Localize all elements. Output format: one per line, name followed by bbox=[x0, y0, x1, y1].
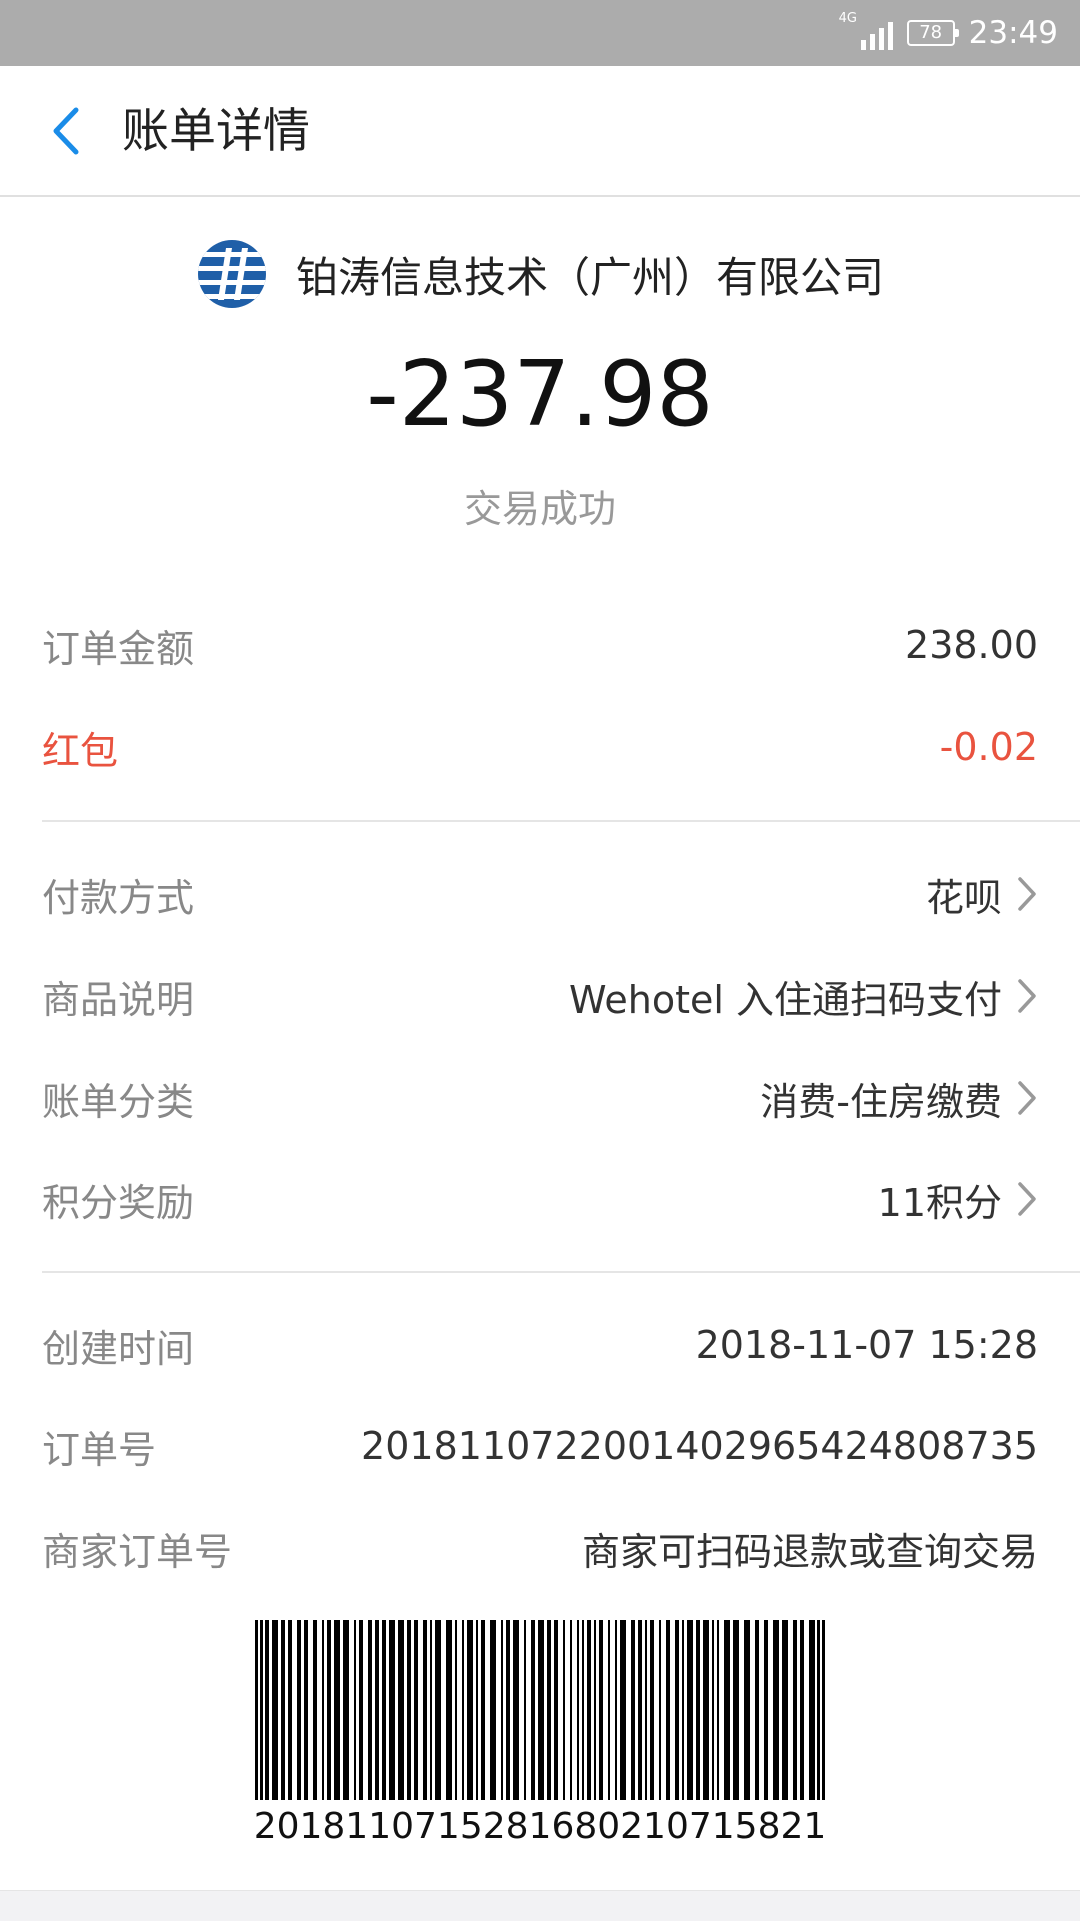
row-value: 11积分 bbox=[877, 1180, 1002, 1225]
created-time-row: 创建时间 2018-11-07 15:28 bbox=[42, 1310, 1038, 1380]
row-value: 商家可扫码退款或查询交易 bbox=[581, 1529, 1038, 1574]
row-value: Wehotel 入住通扫码支付 bbox=[569, 977, 1002, 1022]
payment-method-row[interactable]: 付款方式 花呗 bbox=[42, 859, 1038, 929]
chevron-right-icon bbox=[1018, 877, 1036, 911]
status-icons: 4G 78 23:49 bbox=[839, 0, 1058, 66]
signal-icon: 4G bbox=[839, 12, 893, 50]
row-label: 商品说明 bbox=[42, 977, 195, 1022]
barcode-image[interactable] bbox=[255, 1620, 825, 1800]
order-amount-row: 订单金额 238.00 bbox=[42, 610, 1038, 680]
battery-icon: 78 bbox=[906, 20, 959, 46]
chevron-right-icon bbox=[1018, 979, 1036, 1013]
row-value: -0.02 bbox=[939, 725, 1038, 769]
barcode-number: 2018110715281680210715821 bbox=[253, 1806, 827, 1847]
chevron-right-icon bbox=[1018, 1182, 1036, 1216]
back-button[interactable] bbox=[30, 96, 100, 166]
page-title: 账单详情 bbox=[122, 104, 310, 159]
row-value: 消费-住房缴费 bbox=[760, 1079, 1002, 1124]
network-type: 4G bbox=[838, 11, 858, 26]
chevron-left-icon bbox=[53, 107, 79, 155]
divider bbox=[42, 820, 1080, 822]
merchant-order-number-row: 商家订单号 商家可扫码退款或查询交易 bbox=[42, 1513, 1038, 1583]
bottom-strip bbox=[0, 1890, 1080, 1921]
transaction-amount: -237.98 bbox=[366, 342, 714, 447]
row-value-wrap: Wehotel 入住通扫码支付 bbox=[569, 969, 1038, 1024]
battery-level: 78 bbox=[919, 22, 943, 43]
row-label: 订单号 bbox=[42, 1427, 157, 1472]
row-label: 账单分类 bbox=[42, 1079, 195, 1124]
merchant-logo-icon bbox=[197, 240, 266, 308]
order-number-row: 订单号 20181107220014029654248087​35 bbox=[42, 1411, 1038, 1481]
divider bbox=[42, 1271, 1080, 1273]
status-bar: 4G 78 23:49 bbox=[0, 0, 1080, 66]
row-value: 20181107220014029654248087​35 bbox=[361, 1424, 1038, 1468]
red-packet-row: 红包 -0.02 bbox=[42, 712, 1038, 782]
row-label: 付款方式 bbox=[42, 875, 195, 920]
merchant-name: 铂涛信息技术（广州）有限公司 bbox=[295, 252, 884, 302]
row-label: 订单金额 bbox=[42, 626, 195, 671]
bill-category-row[interactable]: 账单分类 消费-住房缴费 bbox=[42, 1063, 1038, 1133]
row-value-wrap: 消费-住房缴费 bbox=[760, 1071, 1038, 1126]
row-label: 积分奖励 bbox=[42, 1180, 195, 1225]
nav-bar: 账单详情 bbox=[0, 66, 1080, 197]
row-value: 238.00 bbox=[905, 623, 1038, 667]
points-reward-row[interactable]: 积分奖励 11积分 bbox=[42, 1164, 1038, 1234]
row-value-wrap: 花呗 bbox=[926, 867, 1038, 922]
transaction-status: 交易成功 bbox=[463, 487, 616, 531]
row-value-wrap: 11积分 bbox=[878, 1172, 1038, 1227]
product-description-row[interactable]: 商品说明 Wehotel 入住通扫码支付 bbox=[42, 961, 1038, 1031]
row-label: 创建时间 bbox=[42, 1326, 195, 1371]
status-time: 23:49 bbox=[968, 15, 1058, 51]
chevron-right-icon bbox=[1018, 1081, 1036, 1115]
row-label: 红包 bbox=[42, 728, 119, 773]
row-value: 2018-11-07 15:28 bbox=[695, 1323, 1038, 1367]
merchant-header: 铂涛信息技术（广州）有限公司 bbox=[0, 236, 1080, 312]
row-label: 商家订单号 bbox=[42, 1529, 233, 1574]
row-value: 花呗 bbox=[925, 875, 1002, 920]
